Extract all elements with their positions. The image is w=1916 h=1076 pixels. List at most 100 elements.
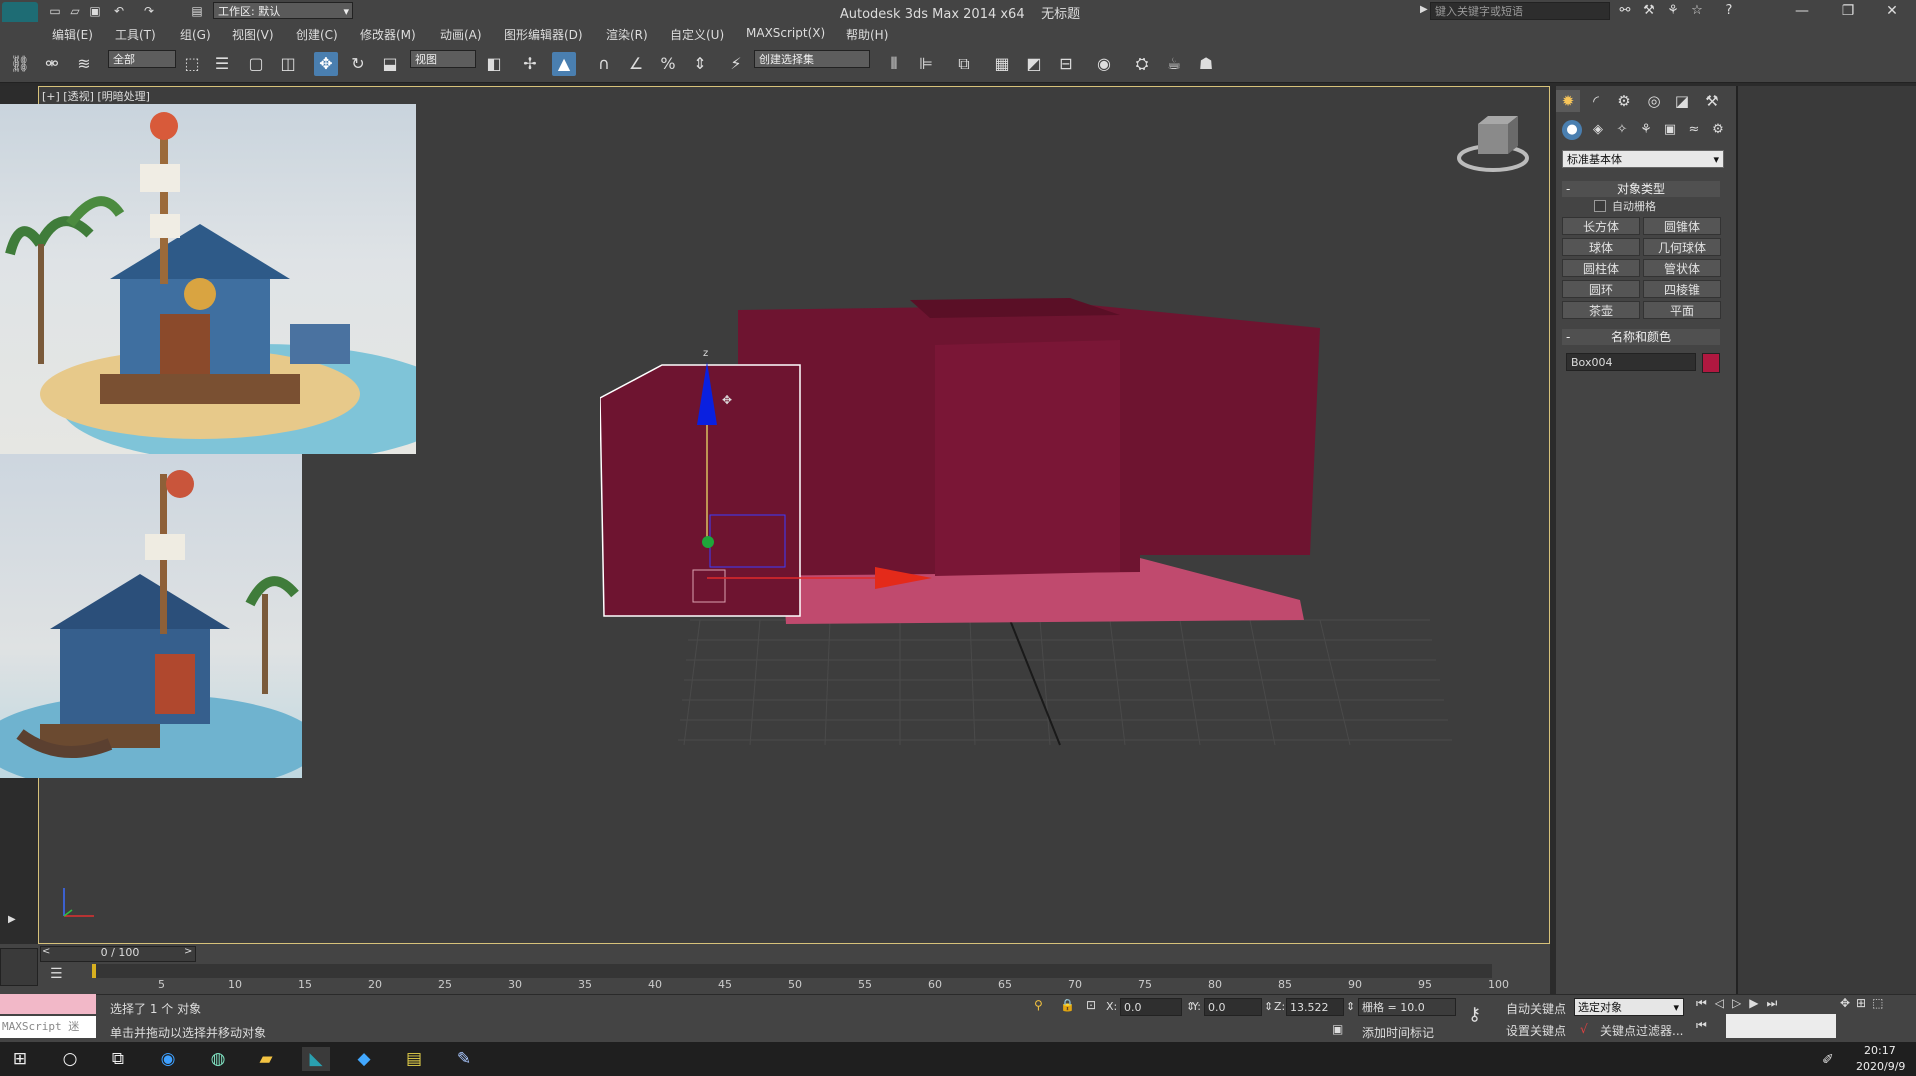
geosphere-button[interactable]: 几何球体 xyxy=(1643,238,1721,256)
menu-rendering[interactable]: 渲染(R) xyxy=(606,26,648,43)
menu-help[interactable]: 帮助(H) xyxy=(846,26,888,43)
playback-controls[interactable]: ⏮◁▷▶⏭ xyxy=(1696,996,1785,1011)
project-folder-icon[interactable]: ▤ xyxy=(188,3,206,19)
y-spinner-icon[interactable]: ⇕ xyxy=(1264,1000,1273,1013)
z-coord-field[interactable]: 13.522 xyxy=(1286,998,1344,1016)
object-name-field[interactable]: Box004 xyxy=(1566,353,1696,371)
selection-filter-dropdown[interactable]: 全部 xyxy=(108,50,176,68)
pen-tray-icon[interactable]: ✐ xyxy=(1822,1052,1834,1068)
redo-icon[interactable]: ↷ xyxy=(140,3,158,19)
display-tab-icon[interactable]: ◪ xyxy=(1670,90,1694,112)
bind-spacewarp-icon[interactable]: ≋ xyxy=(72,52,96,76)
lock-selection-icon[interactable]: 🔒 xyxy=(1060,998,1075,1012)
menu-views[interactable]: 视图(V) xyxy=(232,26,274,43)
plane-button[interactable]: 平面 xyxy=(1643,301,1721,319)
modify-tab-icon[interactable]: ◜ xyxy=(1584,90,1608,112)
isolate-icon[interactable]: ⚲ xyxy=(1034,998,1043,1012)
menu-animation[interactable]: 动画(A) xyxy=(440,26,482,43)
rect-selection-icon[interactable]: ▢ xyxy=(244,52,268,76)
communication-icon[interactable]: ⚘ xyxy=(1664,3,1682,19)
time-tag-icon[interactable]: ▣ xyxy=(1332,1022,1343,1036)
box-middle[interactable] xyxy=(935,340,1120,576)
undo-icon[interactable]: ↶ xyxy=(110,3,128,19)
snap-toggle-icon[interactable]: ∩ xyxy=(592,52,616,76)
teapot-button[interactable]: 茶壶 xyxy=(1562,301,1640,319)
new-file-icon[interactable]: ▭ xyxy=(46,3,64,19)
viewport-navigation-controls[interactable]: ✥⊞⬚ xyxy=(1840,996,1889,1010)
pyramid-button[interactable]: 四棱锥 xyxy=(1643,280,1721,298)
z-spinner-icon[interactable]: ⇕ xyxy=(1346,1000,1355,1013)
add-time-tag[interactable]: 添加时间标记 xyxy=(1362,1024,1434,1041)
binoculars-icon[interactable]: ⚯ xyxy=(1616,3,1634,19)
favorites-star-icon[interactable]: ☆ xyxy=(1688,3,1706,19)
x-coord-field[interactable]: 0.0 xyxy=(1120,998,1182,1016)
cameras-icon[interactable]: ⚘ xyxy=(1636,120,1656,140)
y-coord-field[interactable]: 0.0 xyxy=(1204,998,1262,1016)
named-selection-dropdown[interactable]: 创建选择集 xyxy=(754,50,870,68)
file-explorer-icon[interactable]: ▰ xyxy=(252,1047,280,1071)
align-icon[interactable]: ⊫ xyxy=(914,52,938,76)
frame-input-field[interactable] xyxy=(1726,1014,1836,1038)
set-key-button[interactable]: 设置关键点 xyxy=(1506,1022,1566,1039)
maxscript-mini-listener[interactable]: MAXScript 迷 xyxy=(0,1016,96,1038)
spinner-snap-icon[interactable]: ⇕ xyxy=(688,52,712,76)
menu-graph-editors[interactable]: 图形编辑器(D) xyxy=(504,26,583,43)
link-icon[interactable]: ⛓ xyxy=(8,52,32,76)
helpers-icon[interactable]: ▣ xyxy=(1660,120,1680,140)
viewcube-icon[interactable] xyxy=(1448,112,1538,178)
geometry-icon[interactable]: ● xyxy=(1562,120,1582,140)
cone-button[interactable]: 圆锥体 xyxy=(1643,217,1721,235)
torus-button[interactable]: 圆环 xyxy=(1562,280,1640,298)
tube-button[interactable]: 管状体 xyxy=(1643,259,1721,277)
rendered-frame-icon[interactable]: ☕ xyxy=(1162,52,1186,76)
auto-grid-checkbox[interactable] xyxy=(1594,200,1606,212)
play-viewport-icon[interactable]: ▶ xyxy=(8,914,16,925)
window-crossing-icon[interactable]: ◫ xyxy=(276,52,300,76)
edit-named-selection-icon[interactable]: ⚡ xyxy=(724,52,748,76)
render-production-icon[interactable]: ☗ xyxy=(1194,52,1218,76)
auto-key-button[interactable]: 自动关键点 xyxy=(1506,1000,1566,1017)
motion-tab-icon[interactable]: ◎ xyxy=(1642,90,1666,112)
mini-listener-toggle[interactable] xyxy=(0,948,38,986)
curve-editor-icon[interactable]: ◩ xyxy=(1022,52,1046,76)
mirror-icon[interactable]: ⫴ xyxy=(882,52,906,76)
browser-icon[interactable]: ◉ xyxy=(154,1047,182,1071)
key-mode-toggle-icon[interactable]: ⏮ xyxy=(1696,1018,1707,1033)
save-icon[interactable]: ▣ xyxy=(86,3,104,19)
minimize-icon[interactable]: — xyxy=(1780,0,1824,22)
render-setup-icon[interactable]: ⛭ xyxy=(1130,52,1154,76)
name-color-rollout[interactable]: - 名称和颜色 xyxy=(1562,329,1720,345)
unlink-icon[interactable]: ⚮ xyxy=(40,52,64,76)
close-icon[interactable]: ✕ xyxy=(1870,0,1914,22)
search-input[interactable]: 键入关键字或短语 xyxy=(1430,2,1610,20)
object-type-rollout[interactable]: - 对象类型 xyxy=(1562,181,1720,197)
key-filters-button[interactable]: 关键点过滤器... xyxy=(1600,1022,1683,1039)
key-icon[interactable]: ⚷ xyxy=(1468,1004,1481,1025)
menu-maxscript[interactable]: MAXScript(X) xyxy=(746,26,825,40)
pivot-center-icon[interactable]: ◧ xyxy=(482,52,506,76)
select-move-icon[interactable]: ✥ xyxy=(314,52,338,76)
menu-create[interactable]: 创建(C) xyxy=(296,26,338,43)
create-tab-icon[interactable]: ✹ xyxy=(1556,90,1580,112)
menu-tools[interactable]: 工具(T) xyxy=(115,26,156,43)
workspace-dropdown[interactable]: 工作区: 默认 ▾ xyxy=(213,2,353,19)
angle-snap-icon[interactable]: ∠ xyxy=(624,52,648,76)
3dsmax-taskbar-icon[interactable]: ◣ xyxy=(302,1047,330,1071)
chat-app-icon[interactable]: ◍ xyxy=(204,1047,232,1071)
key-mode-icon[interactable]: √ xyxy=(1580,1022,1588,1036)
windows-start-icon[interactable]: ⊞ xyxy=(6,1047,34,1071)
maxscript-listener-input[interactable] xyxy=(0,994,96,1014)
menu-modifiers[interactable]: 修改器(M) xyxy=(360,26,416,43)
keyboard-shortcut-icon[interactable]: ▲ xyxy=(552,52,576,76)
key-target-dropdown[interactable]: 选定对象 ▾ xyxy=(1574,998,1684,1016)
hierarchy-tab-icon[interactable]: ⚙ xyxy=(1612,90,1636,112)
next-frame-icon[interactable]: > xyxy=(184,946,192,957)
select-object-icon[interactable]: ⬚ xyxy=(180,52,204,76)
utilities-tab-icon[interactable]: ⚒ xyxy=(1700,90,1724,112)
category-dropdown[interactable]: 标准基本体 ▾ xyxy=(1562,150,1724,168)
menu-edit[interactable]: 编辑(E) xyxy=(52,26,93,43)
task-view-icon[interactable]: ⧉ xyxy=(104,1047,132,1071)
help-icon[interactable]: ? xyxy=(1720,3,1738,19)
percent-snap-icon[interactable]: % xyxy=(656,52,680,76)
open-file-icon[interactable]: ▱ xyxy=(66,3,84,19)
